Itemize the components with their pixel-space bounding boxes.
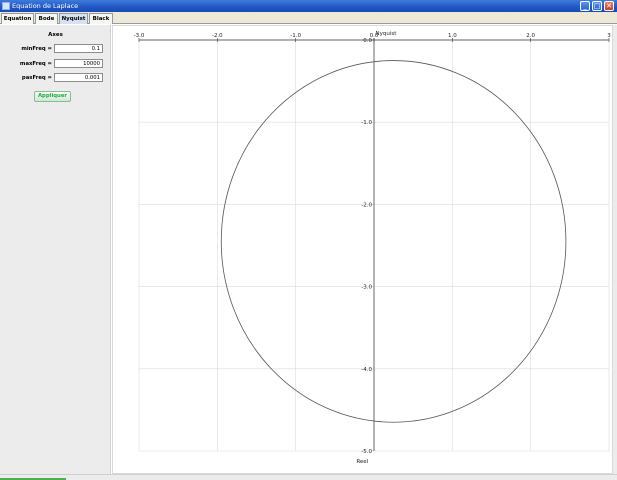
minimize-button[interactable]: _: [580, 1, 590, 11]
tab-black[interactable]: Black: [89, 13, 113, 24]
axes-heading: Axes: [48, 32, 63, 38]
x-tick-label: -3.0: [134, 33, 145, 39]
y-tick-label: -5.0: [361, 449, 372, 455]
nyquist-curve: [220, 60, 567, 423]
x-tick-label: 3: [607, 33, 611, 39]
x-tick-label: -1.0: [290, 33, 301, 39]
x-tick-label: 1.0: [448, 33, 457, 39]
max-freq-label: maxFreq =: [19, 61, 52, 67]
x-tick-label: -2.0: [212, 33, 223, 39]
pas-freq-label: pasFreq =: [21, 75, 52, 81]
min-freq-input[interactable]: [54, 44, 103, 53]
tab-bode[interactable]: Bode: [35, 13, 58, 24]
min-freq-label: minFreq =: [21, 46, 52, 52]
tab-bar: Equation Bode Nyquist Black: [0, 12, 617, 24]
window-right-edge: [613, 25, 617, 480]
y-tick-label: -1.0: [361, 120, 372, 126]
tab-equation[interactable]: Equation: [1, 13, 34, 24]
close-button[interactable]: ✕: [604, 1, 614, 11]
max-freq-input[interactable]: [54, 59, 103, 68]
window-bottom-edge: [0, 474, 617, 480]
axes-settings-panel: Axes minFreq = maxFreq = pasFreq = Appli…: [0, 25, 111, 478]
y-tick-label: -4.0: [361, 367, 372, 373]
y-tick-label: 0.0: [363, 38, 372, 44]
y-tick-label: -2.0: [361, 202, 372, 208]
app-icon: [2, 2, 10, 10]
tab-nyquist[interactable]: Nyquist: [59, 13, 88, 24]
x-axis-label: Reel: [356, 459, 368, 465]
nyquist-chart: -3.0 -2.0 -1.0 0.0 1.0 2.0 30.0-1.0-2.0-3.0-4.…: [134, 31, 612, 465]
title-bar: Equation de Laplace _ □ ✕: [0, 0, 617, 12]
window-title: Equation de Laplace: [12, 2, 79, 10]
maximize-button[interactable]: □: [592, 1, 602, 11]
plot-panel: -3.0 -2.0 -1.0 0.0 1.0 2.0 3 0.0 -1.0 -2.0 -3.0 -4.…: [112, 25, 613, 474]
y-tick-label: -3.0: [361, 285, 372, 291]
chart-title: Nyquist: [376, 31, 398, 37]
x-tick-label: 2.0: [526, 33, 535, 39]
pas-freq-input[interactable]: [54, 73, 103, 82]
apply-button[interactable]: Appliquer: [34, 91, 71, 102]
